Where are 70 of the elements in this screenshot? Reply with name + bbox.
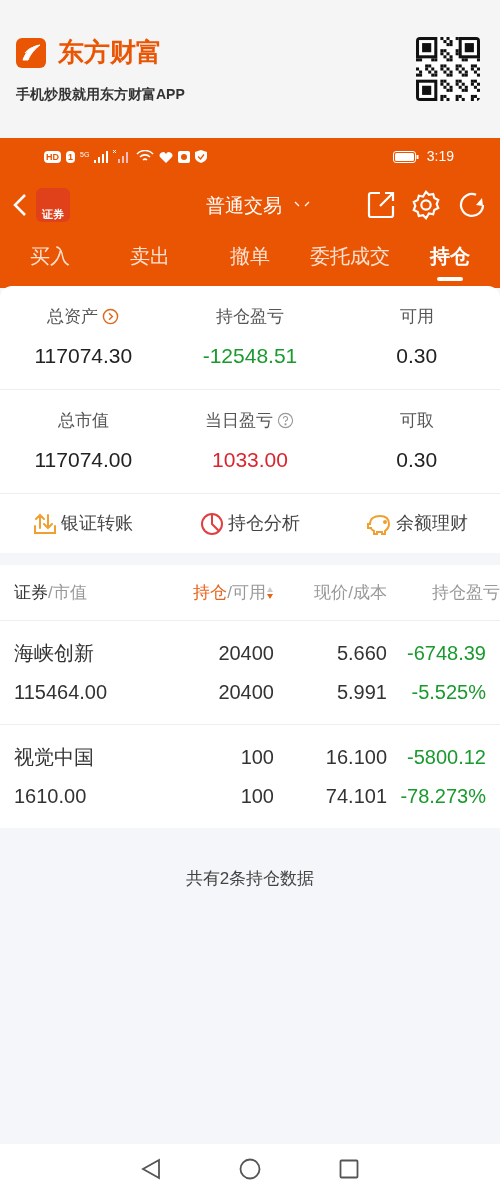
- hd-badge: HD: [44, 150, 61, 163]
- dropdown-icon[interactable]: [294, 201, 310, 209]
- action-button[interactable]: 银证转账: [0, 510, 167, 537]
- stock-name: 海峡创新: [14, 641, 95, 666]
- tab[interactable]: 委托成交: [300, 241, 400, 281]
- profit-loss: -6748.39: [407, 641, 486, 666]
- action-button[interactable]: 持仓分析: [166, 510, 334, 537]
- summary-label: 可取: [399, 410, 434, 432]
- stock-name: 视觉中国: [14, 745, 95, 770]
- summary-label: 当日盈亏: [205, 410, 274, 432]
- column-header[interactable]: 证券/市值: [14, 579, 184, 606]
- summary-value: -12548.51: [202, 342, 298, 369]
- column-header[interactable]: 持仓盈亏: [387, 579, 500, 606]
- cost-price: 74.101: [325, 784, 387, 809]
- tab[interactable]: 买入: [0, 241, 100, 281]
- signal-icon: [94, 150, 109, 163]
- summary-value: 1033.00: [212, 446, 288, 473]
- profit-loss-percent: -5.525%: [411, 680, 486, 705]
- position-quantity: 100: [240, 745, 274, 770]
- summary-value: 117074.30: [34, 342, 133, 369]
- sim-badge: 1: [66, 150, 75, 163]
- qr-code-icon: [416, 37, 480, 101]
- wifi-icon: [136, 150, 155, 163]
- pie-chart-icon: [200, 511, 224, 536]
- sort-icon[interactable]: [266, 585, 274, 600]
- app-icon: [178, 150, 191, 163]
- action-button[interactable]: 余额理财: [333, 510, 500, 537]
- available-quantity: 20400: [218, 680, 274, 705]
- current-price: 5.660: [336, 641, 387, 666]
- tab[interactable]: 卖出: [100, 241, 200, 281]
- tagline: 手机炒股就用东方财富APP: [16, 85, 185, 104]
- badge-label: 证券: [42, 209, 64, 220]
- current-price: 16.100: [325, 745, 387, 770]
- home-nav-icon[interactable]: [239, 1158, 261, 1180]
- cost-price: 5.991: [336, 680, 387, 705]
- summary-value: 117074.00: [34, 446, 133, 473]
- battery-icon: [392, 150, 419, 163]
- summary-value: 0.30: [396, 342, 438, 369]
- settings-icon[interactable]: [410, 189, 442, 221]
- help-icon[interactable]: [277, 412, 295, 430]
- market-value: 115464.00: [14, 680, 109, 705]
- position-quantity: 20400: [218, 641, 274, 666]
- recent-apps-icon[interactable]: [339, 1159, 359, 1179]
- position-row[interactable]: 海峡创新 115464.00 20400 20400 5.660 5.991 -6748.39 -5.525%: [0, 621, 500, 725]
- column-header[interactable]: 现价/成本: [274, 579, 387, 606]
- share-icon[interactable]: [366, 190, 396, 220]
- heart-icon: [159, 150, 174, 163]
- back-nav-icon[interactable]: [141, 1158, 161, 1180]
- chevron-circle-icon[interactable]: [102, 308, 120, 326]
- column-header[interactable]: 持仓/可用: [184, 579, 274, 606]
- summary-label: 总市值: [57, 410, 109, 432]
- profit-loss-percent: -78.273%: [400, 784, 486, 809]
- profit-loss: -5800.12: [407, 745, 486, 770]
- status-time: 3:19: [426, 147, 454, 166]
- shield-icon: [195, 150, 208, 163]
- tab[interactable]: 撤单: [200, 241, 300, 281]
- summary-label: 总资产: [47, 306, 99, 328]
- summary-value: 0.30: [396, 446, 438, 473]
- position-row[interactable]: 视觉中国 1610.00 100 100 16.100 74.101 -5800.12 -78.273%: [0, 725, 500, 828]
- summary-label: 可用: [399, 306, 434, 328]
- brand-name: 东方财富: [58, 36, 162, 69]
- page-title[interactable]: 普通交易: [206, 191, 282, 221]
- tab[interactable]: 持仓: [400, 241, 500, 281]
- position-count: 共有2条持仓数据: [185, 868, 315, 890]
- back-icon[interactable]: [12, 193, 28, 217]
- summary-label: 持仓盈亏: [216, 306, 284, 328]
- transfer-icon: [33, 511, 58, 536]
- market-value: 1610.00: [14, 784, 88, 809]
- logo-icon: [16, 37, 46, 68]
- available-quantity: 100: [240, 784, 274, 809]
